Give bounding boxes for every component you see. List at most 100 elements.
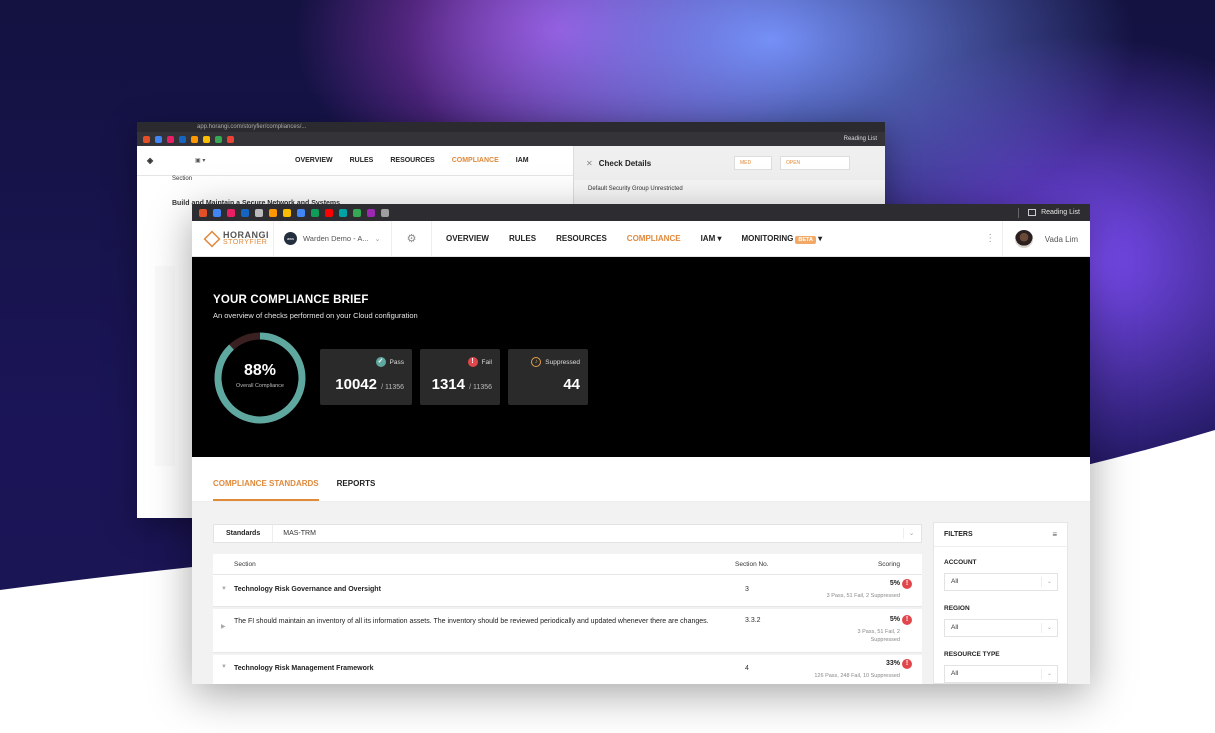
caret-down-icon: ▾ bbox=[717, 234, 722, 243]
bookmark-icon[interactable] bbox=[227, 208, 235, 217]
bookmark-icon[interactable] bbox=[213, 208, 221, 217]
row-score: 5% bbox=[889, 580, 900, 587]
back-org-selector: ▣ ▾ bbox=[195, 158, 206, 164]
row-section-no: 3 bbox=[745, 586, 749, 593]
back-nav-overview: OVERVIEW bbox=[295, 157, 333, 164]
fail-value: 1314 bbox=[431, 376, 465, 393]
close-icon: ✕ bbox=[586, 158, 593, 168]
row-score-detail: 3 Pass, 51 Fail, 2 Suppressed bbox=[826, 593, 900, 599]
check-name: Default Security Group Unrestricted bbox=[588, 186, 683, 192]
avatar[interactable] bbox=[1014, 230, 1033, 248]
table-row[interactable]: ▼ Technology Risk Governance and Oversig… bbox=[213, 575, 922, 607]
row-section-no: 3.3.2 bbox=[745, 617, 761, 624]
bookmark-icon[interactable] bbox=[269, 208, 277, 217]
more-options-icon[interactable]: ⋮ bbox=[979, 221, 1003, 257]
main-nav: OVERVIEW RULES RESOURCES COMPLIANCE IAM … bbox=[432, 234, 822, 244]
bookmarks-bar: Reading List bbox=[192, 204, 1090, 221]
overall-compliance-value: 88% bbox=[243, 362, 277, 379]
bookmarks-bar: Reading List bbox=[137, 132, 885, 146]
table-header: Section Section No. Scoring bbox=[213, 554, 922, 575]
folder-icon[interactable] bbox=[381, 208, 389, 217]
filter-list-icon[interactable]: ≡ bbox=[1052, 530, 1057, 539]
bookmark-icon[interactable] bbox=[283, 208, 291, 217]
bookmark-icon[interactable] bbox=[325, 208, 333, 217]
user-name[interactable]: Vada Lim bbox=[1045, 235, 1078, 244]
chevron-down-icon: ⌄ bbox=[1041, 623, 1057, 633]
account-label: ACCOUNT bbox=[944, 559, 977, 566]
nav-monitoring[interactable]: MONITORING BETA ▾ bbox=[742, 234, 822, 244]
compliance-table: Section Section No. Scoring ▼ Technology… bbox=[213, 554, 922, 684]
pass-card[interactable]: ✓ Pass 10042 / 11356 bbox=[320, 349, 412, 405]
back-section-header: Section bbox=[172, 176, 193, 182]
nav-rules[interactable]: RULES bbox=[509, 234, 536, 243]
pass-total: / 11356 bbox=[381, 384, 404, 391]
caret-right-icon[interactable]: ▶ bbox=[221, 623, 226, 630]
row-section: Technology Risk Management Framework bbox=[234, 665, 374, 672]
bookmark-icon[interactable] bbox=[199, 208, 207, 217]
nav-resources[interactable]: RESOURCES bbox=[556, 234, 607, 243]
account-value: All bbox=[951, 578, 959, 585]
horangi-logo[interactable]: HORANGI STORYFIER bbox=[192, 221, 274, 256]
standards-select[interactable]: Standards MAS-TRM ⌄ bbox=[213, 524, 922, 543]
bookmark-icon[interactable] bbox=[255, 208, 263, 217]
status-pill: OPEN bbox=[780, 156, 850, 170]
bookmark-icon[interactable] bbox=[367, 208, 375, 217]
fail-card[interactable]: ! Fail 1314 / 11356 bbox=[420, 349, 500, 405]
standards-value: MAS-TRM bbox=[272, 525, 316, 542]
suppressed-value: 44 bbox=[563, 376, 580, 393]
bookmark-icon[interactable] bbox=[241, 208, 249, 217]
region-select[interactable]: All ⌄ bbox=[944, 619, 1058, 637]
chevron-down-icon: ⌄ bbox=[903, 528, 919, 539]
reading-list-button[interactable]: Reading List bbox=[1018, 207, 1080, 218]
row-score: 33% bbox=[885, 660, 900, 667]
tab-reports[interactable]: REPORTS bbox=[337, 479, 376, 501]
filters-panel: FILTERS ≡ ACCOUNT All ⌄ REGION All ⌄ RES… bbox=[933, 522, 1068, 684]
logo-wordmark: HORANGI bbox=[223, 229, 269, 240]
region-label: REGION bbox=[944, 605, 970, 612]
back-nav-compliance: COMPLIANCE bbox=[451, 157, 499, 164]
page-title: YOUR COMPLIANCE BRIEF bbox=[213, 294, 369, 306]
app-window: Reading List HORANGI STORYFIER aws Warde… bbox=[192, 204, 1090, 684]
row-section: The FI should maintain an inventory of a… bbox=[234, 618, 709, 625]
table-row[interactable]: ▶ The FI should maintain an inventory of… bbox=[213, 607, 922, 653]
back-nav-resources: RESOURCES bbox=[390, 157, 435, 164]
address-bar: app.horangi.com/storyfier/compliances/..… bbox=[137, 122, 885, 132]
bookmark-icon[interactable] bbox=[339, 208, 347, 217]
table-row[interactable]: ▼ Technology Risk Management Framework 4… bbox=[213, 653, 922, 684]
bookmark-icon[interactable] bbox=[297, 208, 305, 217]
check-icon: ✓ bbox=[375, 357, 386, 367]
back-logo: ◈ bbox=[147, 156, 154, 165]
organization-selector[interactable]: aws Warden Demo - A... ⌄ bbox=[274, 221, 392, 256]
chevron-down-icon: ⌄ bbox=[1041, 669, 1057, 679]
bookmark-icon[interactable] bbox=[353, 208, 361, 217]
bookmark-icon[interactable] bbox=[311, 208, 319, 217]
resource-type-label: RESOURCE TYPE bbox=[944, 651, 1000, 658]
suppressed-card[interactable]: ♪ Suppressed 44 bbox=[508, 349, 588, 405]
caret-down-icon[interactable]: ▼ bbox=[221, 664, 227, 670]
aws-icon: aws bbox=[284, 232, 297, 245]
suppressed-label: Suppressed bbox=[545, 358, 580, 366]
nav-iam[interactable]: IAM ▾ bbox=[701, 234, 722, 243]
severity-pill: MED bbox=[734, 156, 772, 170]
nav-compliance[interactable]: COMPLIANCE bbox=[627, 234, 681, 243]
gear-icon[interactable]: ⚙ bbox=[392, 221, 432, 256]
resource-type-value: All bbox=[951, 670, 959, 677]
back-nav-rules: RULES bbox=[349, 157, 374, 164]
compliance-brief: YOUR COMPLIANCE BRIEF An overview of che… bbox=[192, 257, 1090, 457]
page-subtitle: An overview of checks performed on your … bbox=[213, 311, 418, 320]
alert-icon: ! bbox=[467, 357, 478, 367]
fail-total: / 11356 bbox=[469, 384, 492, 391]
region-value: All bbox=[951, 624, 959, 631]
resource-type-select[interactable]: All ⌄ bbox=[944, 665, 1058, 683]
tab-compliance-standards[interactable]: COMPLIANCE STANDARDS bbox=[213, 479, 319, 501]
account-select[interactable]: All ⌄ bbox=[944, 573, 1058, 591]
header-scoring: Scoring bbox=[877, 561, 900, 568]
nav-overview[interactable]: OVERVIEW bbox=[446, 234, 489, 243]
chevron-down-icon: ⌄ bbox=[374, 235, 381, 243]
horangi-logo-icon bbox=[203, 230, 221, 247]
check-details-title: Check Details bbox=[598, 158, 652, 168]
standards-label: Standards bbox=[226, 530, 261, 537]
row-score: 5% bbox=[889, 616, 900, 623]
fail-label: Fail bbox=[481, 358, 492, 366]
caret-down-icon[interactable]: ▼ bbox=[221, 586, 227, 592]
